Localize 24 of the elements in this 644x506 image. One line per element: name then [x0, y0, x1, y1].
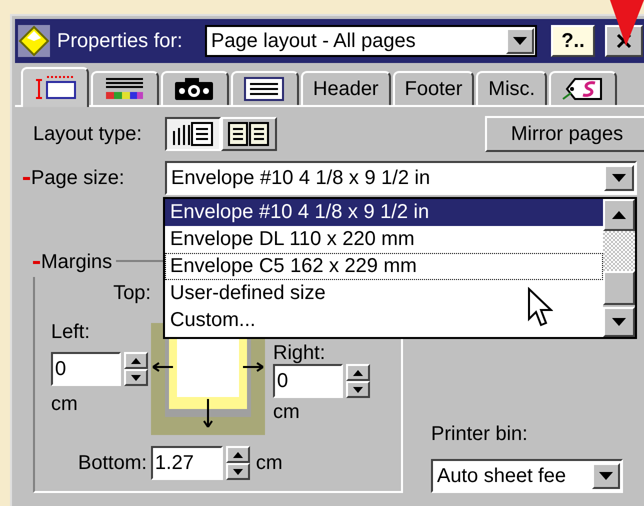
dropdown-option[interactable]: Envelope C5 162 x 229 mm — [165, 253, 603, 280]
top-label: Top: — [112, 281, 151, 306]
unit-label: cm — [273, 400, 300, 424]
mirror-pages-button[interactable]: Mirror pages — [485, 116, 644, 152]
tab[interactable]: Footer — [392, 71, 474, 105]
page-size-label: Page size: — [31, 166, 124, 191]
input-field[interactable]: 1.27 — [150, 446, 223, 480]
help-button[interactable]: ?.. — [551, 25, 595, 57]
tab[interactable]: Header — [301, 71, 391, 105]
margin-label: Left: — [51, 320, 90, 344]
printer-bin-label: Printer bin: — [431, 422, 529, 447]
printer-bin-dropdown[interactable]: Auto sheet fee — [431, 459, 623, 493]
unit-label: cm — [256, 451, 283, 476]
dropdown-option[interactable]: Envelope #10 4 1/8 x 9 1/2 in — [165, 199, 603, 226]
page-selector-dropdown[interactable]: Page layout - All pages — [205, 25, 537, 57]
bottom-label: Bottom: — [78, 451, 147, 476]
input-field[interactable]: 0 — [273, 364, 343, 398]
input-field[interactable]: 0 — [51, 352, 121, 386]
tab[interactable]: Misc. — [476, 71, 548, 105]
margins-label: Margins — [41, 250, 112, 275]
margin-label: Right: — [273, 343, 326, 363]
unit-label: cm — [51, 392, 78, 416]
layout-type-label: Layout type: — [32, 122, 143, 147]
title-label: Properties for: — [57, 29, 184, 54]
